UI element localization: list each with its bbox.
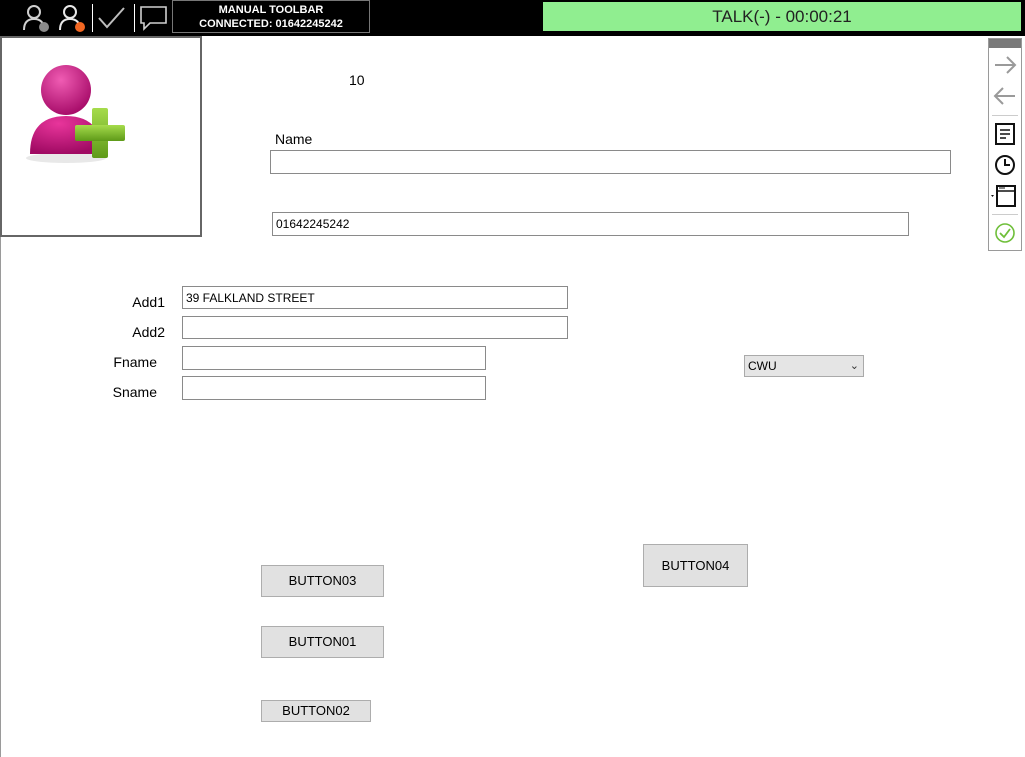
category-dropdown[interactable]: CWU ⌄ <box>744 355 864 377</box>
app-window: MANUAL TOOLBAR CONNECTED: 01642245242 TA… <box>0 0 1025 757</box>
side-toolbar <box>988 38 1022 251</box>
clock-icon[interactable] <box>991 151 1019 179</box>
button04[interactable]: BUTTON04 <box>643 544 748 587</box>
user-status-gray-icon[interactable] <box>20 2 54 34</box>
manual-toolbar-title: MANUAL TOOLBAR <box>218 4 324 16</box>
name-field[interactable] <box>270 150 951 174</box>
sname-label: Sname <box>112 384 157 400</box>
side-divider <box>992 214 1018 215</box>
avatar-panel <box>0 36 202 237</box>
add1-label: Add1 <box>132 294 165 310</box>
checkmark-icon[interactable] <box>95 2 129 34</box>
add2-field[interactable] <box>182 316 568 339</box>
name-label: Name <box>275 131 313 147</box>
toolbar-divider <box>92 4 93 32</box>
fname-label: Fname <box>113 354 157 370</box>
connected-status: CONNECTED: 01642245242 <box>199 18 343 30</box>
add-user-icon <box>24 58 134 168</box>
top-toolbar: MANUAL TOOLBAR CONNECTED: 01642245242 TA… <box>0 0 1025 36</box>
side-toolbar-handle[interactable] <box>989 39 1021 48</box>
record-number: 10 <box>349 72 365 88</box>
button03[interactable]: BUTTON03 <box>261 565 384 597</box>
toolbar-divider <box>134 4 135 32</box>
chevron-down-icon: ⌄ <box>849 360 859 372</box>
notes-icon[interactable] <box>991 120 1019 148</box>
fname-field[interactable] <box>182 346 486 370</box>
check-circle-icon[interactable] <box>991 219 1019 247</box>
manual-toolbar-panel: MANUAL TOOLBAR CONNECTED: 01642245242 <box>172 0 370 33</box>
button02[interactable]: BUTTON02 <box>261 700 371 722</box>
button01[interactable]: BUTTON01 <box>261 626 384 658</box>
side-divider <box>992 115 1018 116</box>
sname-field[interactable] <box>182 376 486 400</box>
chat-bubble-icon[interactable] <box>137 2 171 34</box>
arrow-right-icon[interactable] <box>991 51 1019 79</box>
add1-field[interactable] <box>182 286 568 309</box>
arrow-left-icon[interactable] <box>991 82 1019 110</box>
window-icon[interactable] <box>991 182 1019 210</box>
user-status-orange-icon[interactable] <box>56 2 90 34</box>
dropdown-selected-value: CWU <box>748 359 777 373</box>
add2-label: Add2 <box>132 324 165 340</box>
phone-field[interactable] <box>272 212 909 236</box>
talk-status-bar: TALK(-) - 00:00:21 <box>543 2 1021 31</box>
